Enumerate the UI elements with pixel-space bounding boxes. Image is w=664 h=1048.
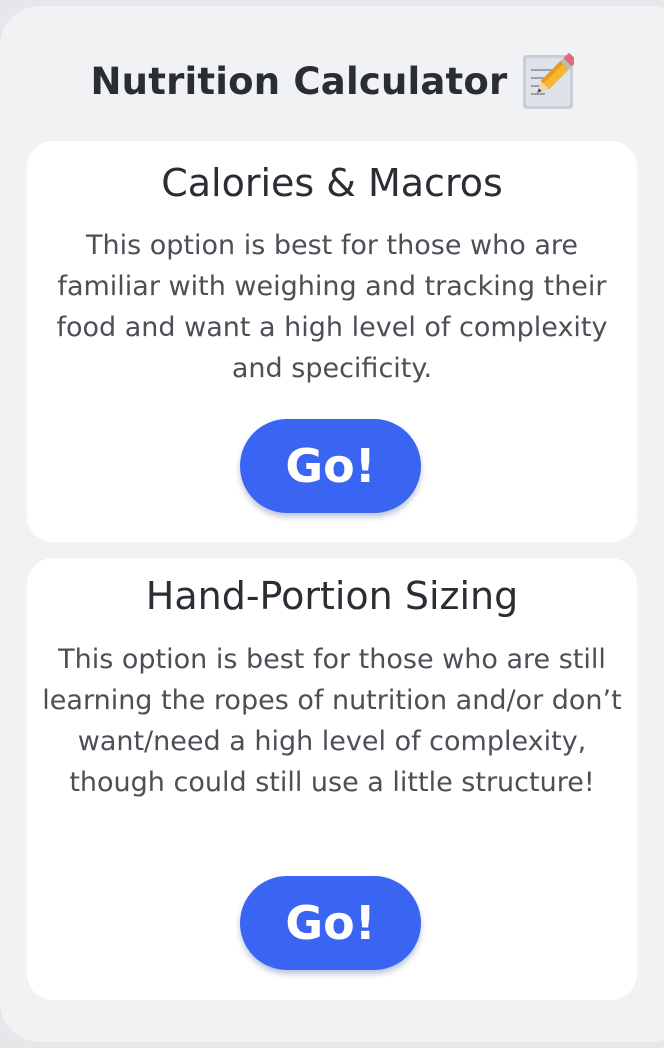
memo-pencil-icon: [522, 52, 577, 110]
header: Nutrition Calculator: [0, 50, 664, 112]
option-card-calories-macros: Calories & Macros This option is best fo…: [27, 141, 637, 542]
page-title: Nutrition Calculator: [90, 59, 508, 103]
option-card-hand-portion: Hand-Portion Sizing This option is best …: [27, 558, 637, 1000]
option-description: This option is best for those who are st…: [42, 644, 622, 798]
go-button-hand-portion[interactable]: Go!: [240, 876, 421, 970]
go-button-calories-macros[interactable]: Go!: [240, 419, 421, 513]
option-title: Calories & Macros: [161, 161, 503, 205]
option-title: Hand-Portion Sizing: [145, 574, 519, 618]
option-description: This option is best for those who are fa…: [56, 230, 608, 384]
